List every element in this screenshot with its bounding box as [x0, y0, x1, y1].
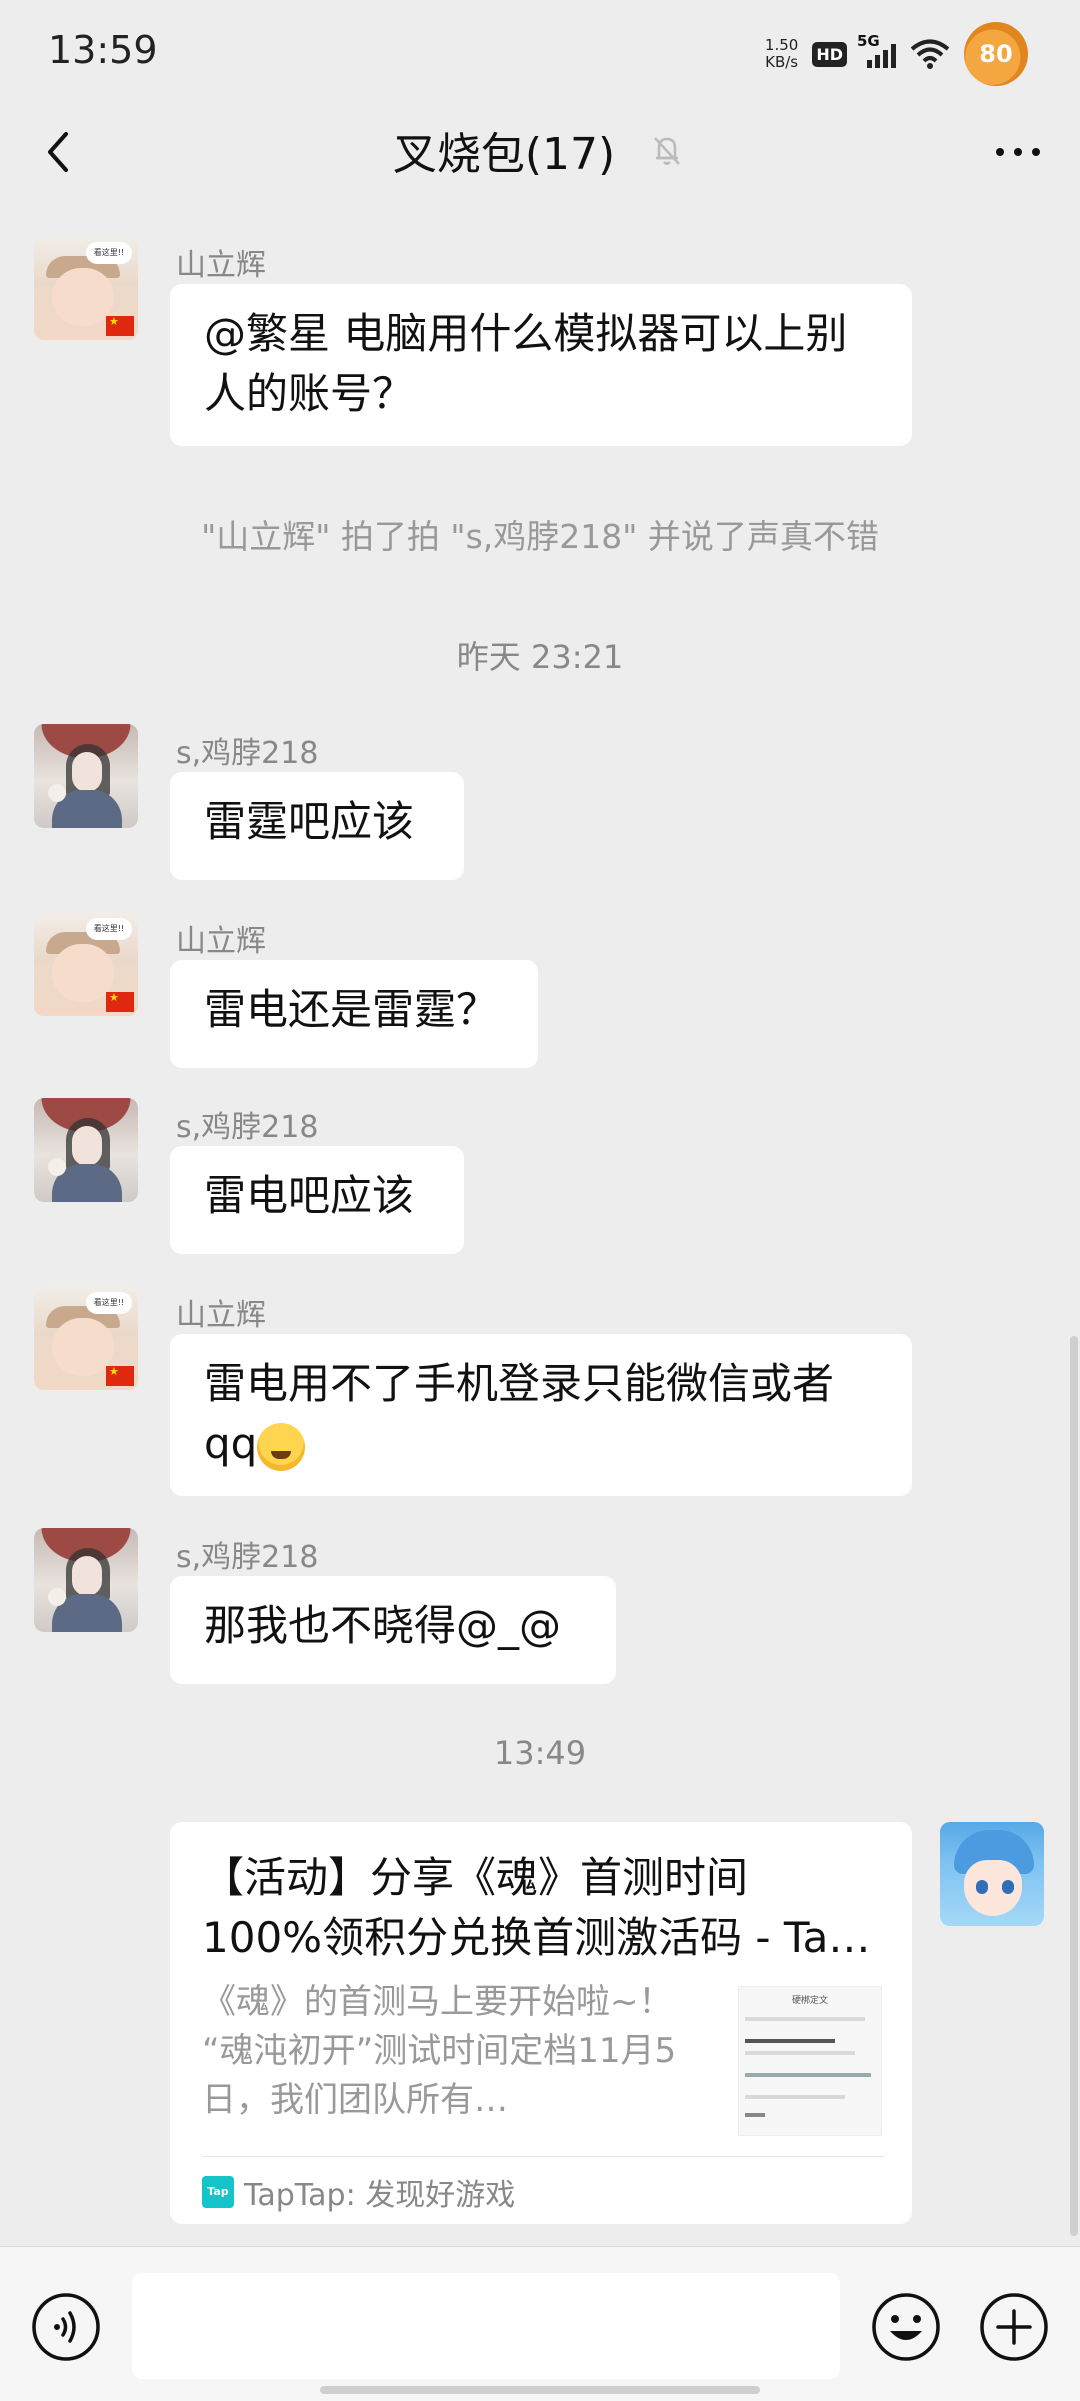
status-time: 13:59 — [48, 28, 158, 72]
sender-name: s,鸡脖218 — [176, 736, 319, 771]
laughing-tears-emoji-icon — [257, 1422, 306, 1471]
message-bubble[interactable]: 雷霆吧应该 — [170, 772, 464, 880]
message-bubble[interactable]: 雷电还是雷霆？ — [170, 960, 538, 1068]
chat-scrollbar[interactable] — [1070, 1336, 1078, 2236]
home-indicator[interactable] — [320, 2386, 760, 2394]
card-description: 《魂》的首测马上要开始啦~！ “魂沌初开”测试时间定档11月5日，我们团队所有… — [202, 1982, 677, 2120]
message-input-bar — [0, 2246, 1080, 2401]
timestamp: 13:49 — [493, 1734, 587, 1772]
wifi-icon — [910, 39, 950, 69]
network-speed: 1.50 KB/s — [765, 37, 798, 71]
mute-bell-icon — [654, 137, 681, 165]
network-type-label: 5G — [857, 32, 880, 50]
card-divider — [202, 2156, 884, 2157]
chat-header: 叉烧包(17) — [0, 100, 1080, 212]
card-title: 【活动】分享《魂》首测时间 100%领积分兑换首测激活码 - TapTap — [202, 1848, 882, 1968]
sender-name: 山立辉 — [176, 1298, 266, 1333]
message-bubble[interactable]: 雷电吧应该 — [170, 1146, 464, 1254]
status-bar: 13:59 1.50 KB/s HD 5G 80 — [0, 0, 1080, 100]
message-bubble[interactable]: 雷电用不了手机登录只能微信或者qq — [170, 1334, 912, 1496]
sender-name: 山立辉 — [176, 248, 266, 283]
card-source-label: TapTap: 发现好游戏 — [244, 2178, 516, 2213]
taptap-logo-icon: Tap — [202, 2176, 234, 2208]
sender-name: 山立辉 — [176, 924, 266, 959]
group-name: 叉烧包(17) — [392, 129, 616, 180]
avatar-s-jibo218[interactable] — [34, 1098, 138, 1202]
avatar-self[interactable] — [940, 1822, 1044, 1926]
more-dots-icon[interactable] — [986, 122, 1050, 182]
plus-icon[interactable] — [978, 2291, 1050, 2363]
emoji-icon[interactable] — [870, 2291, 942, 2363]
avatar-shan-lihui[interactable]: 看这里!! — [34, 912, 138, 1016]
network-speed-unit: KB/s — [765, 53, 799, 71]
sender-name: s,鸡脖218 — [176, 1110, 319, 1145]
avatar-shan-lihui[interactable]: 看这里!! — [34, 236, 138, 340]
chat-history[interactable]: 看这里!! 山立辉 @繁星 电脑用什么模拟器可以上别人的账号？ "山立辉" 拍了… — [0, 212, 1080, 2246]
thumbnail-title: 硬梆定文 — [791, 1996, 828, 2006]
card-thumbnail: 硬梆定文 — [738, 1986, 882, 2136]
card-source: Tap TapTap: 发现好游戏 — [202, 2170, 515, 2214]
sender-name: s,鸡脖218 — [176, 1540, 319, 1575]
voice-icon[interactable] — [30, 2291, 102, 2363]
timestamp: 昨天 23:21 — [456, 638, 624, 676]
card-title-line1: 【活动】分享《魂》首测时间 — [202, 1853, 749, 1902]
shared-link-card[interactable]: 【活动】分享《魂》首测时间 100%领积分兑换首测激活码 - TapTap 《魂… — [170, 1822, 912, 2224]
hd-icon: HD — [812, 41, 847, 67]
status-icons: 1.50 KB/s HD 5G 80 — [765, 22, 1028, 86]
message-bubble[interactable]: @繁星 电脑用什么模拟器可以上别人的账号？ — [170, 284, 912, 446]
avatar-s-jibo218[interactable] — [34, 1528, 138, 1632]
chat-title: 叉烧包(17) — [0, 118, 1080, 182]
signal-icon: 5G — [857, 32, 896, 68]
battery-level: 80 — [979, 40, 1013, 68]
battery-icon: 80 — [964, 22, 1028, 86]
card-title-line2: 100%领积分兑换首测激活码 - TapTap — [202, 1913, 882, 1962]
avatar-shan-lihui[interactable]: 看这里!! — [34, 1286, 138, 1390]
message-bubble[interactable]: 那我也不晓得@_@ — [170, 1576, 616, 1684]
avatar-s-jibo218[interactable] — [34, 724, 138, 828]
message-input[interactable] — [132, 2273, 840, 2379]
network-speed-value: 1.50 — [764, 36, 799, 54]
system-notice: "山立辉" 拍了拍 "s,鸡脖218" 并说了声真不错 — [201, 517, 879, 556]
